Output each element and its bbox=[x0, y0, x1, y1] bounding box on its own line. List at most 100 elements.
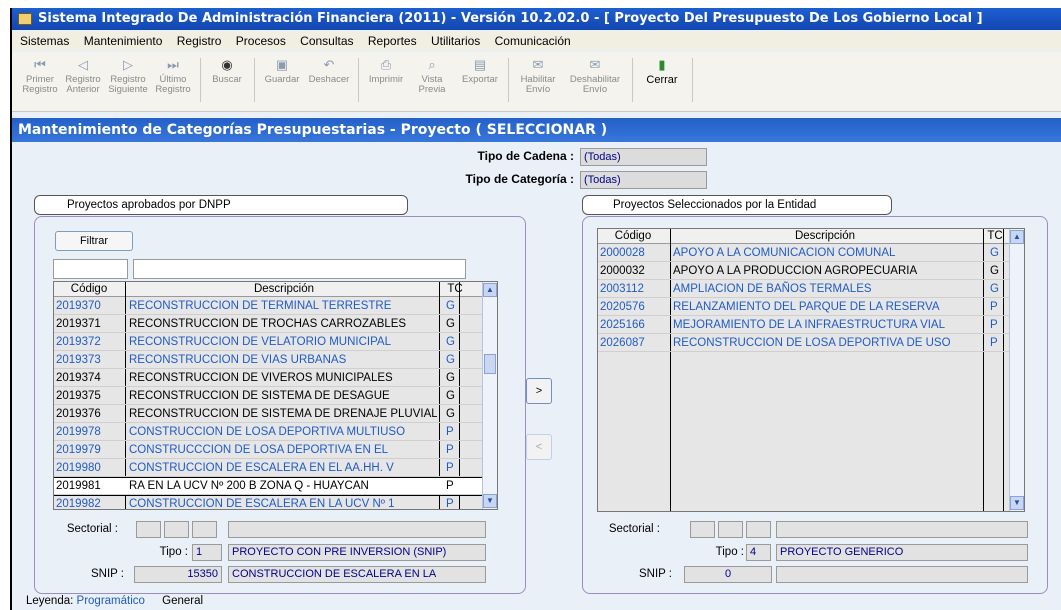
first-record-button[interactable]: ⏮ Primer Registro bbox=[20, 58, 60, 95]
menu-procesos[interactable]: Procesos bbox=[236, 34, 286, 48]
scroll-down-icon[interactable]: ▼ bbox=[483, 494, 497, 508]
cell-codigo: 2020576 bbox=[600, 301, 645, 313]
table-row[interactable]: 2019978 CONSTRUCCION DE LOSA DEPORTIVA MU… bbox=[54, 424, 482, 441]
left-tipo-code[interactable]: 1 bbox=[192, 544, 222, 561]
left-sectorial-box-2[interactable] bbox=[164, 521, 189, 538]
cell-descripcion: RECONSTRUCCION DE SISTEMA DE DRENAJE PLU… bbox=[129, 408, 437, 420]
scroll-thumb[interactable] bbox=[484, 354, 496, 374]
cell-codigo: 2019979 bbox=[56, 444, 101, 456]
enable-send-button[interactable]: ✉ Habilitar Envío bbox=[514, 58, 562, 95]
left-tipo-desc[interactable]: PROYECTO CON PRE INVERSION (SNIP) bbox=[228, 544, 486, 561]
right-sectorial-box-3[interactable] bbox=[746, 521, 771, 538]
table-row[interactable]: 2019373 RECONSTRUCCION DE VIAS URBANAS G bbox=[54, 352, 482, 369]
col-descripcion[interactable]: Descripción bbox=[126, 282, 442, 297]
cell-tc: P bbox=[990, 301, 998, 313]
left-snip-code[interactable]: 15350 bbox=[134, 566, 222, 583]
save-button[interactable]: ▣ Guardar bbox=[260, 58, 304, 85]
selected-projects-grid[interactable]: Código Descripción TC 2000028 APOYO A LA … bbox=[597, 228, 1025, 512]
scroll-down-icon[interactable]: ▼ bbox=[1010, 496, 1024, 510]
right-grid-scrollbar[interactable]: ▲ ▼ bbox=[1009, 229, 1024, 511]
cell-descripcion: MEJORAMIENTO DE LA INFRAESTRUCTURA VIAL bbox=[673, 319, 946, 331]
tipo-categoria-field[interactable]: (Todas) bbox=[580, 171, 707, 189]
approved-projects-grid[interactable]: Código Descripción TC 2019370 RECONSTRUCC… bbox=[53, 281, 498, 510]
menu-comunicacion[interactable]: Comunicación bbox=[495, 34, 571, 48]
table-row[interactable]: 2026087 RECONSTRUCCION DE LOSA DEPORTIVA … bbox=[598, 335, 1009, 352]
add-project-button[interactable]: > bbox=[526, 378, 552, 404]
menu-sistemas[interactable]: Sistemas bbox=[20, 34, 69, 48]
table-row[interactable]: 2000032 APOYO A LA PRODUCCION AGROPECUARI… bbox=[598, 263, 1009, 280]
legend-programatico: Programático bbox=[76, 595, 145, 607]
previous-icon: ◁ bbox=[78, 57, 88, 72]
undo-label: Deshacer bbox=[308, 74, 350, 85]
cell-codigo: 2019372 bbox=[56, 336, 101, 348]
right-tipo-desc[interactable]: PROYECTO GENERICO bbox=[776, 544, 1028, 561]
form-title: Mantenimiento de Categorías Presupuestar… bbox=[12, 118, 1061, 142]
filter-button[interactable]: Filtrar bbox=[55, 231, 133, 251]
left-sectorial-box-3[interactable] bbox=[192, 521, 217, 538]
search-button[interactable]: ◉ Buscar bbox=[206, 58, 248, 85]
table-row[interactable]: 2019981 RA EN LA UCV Nº 200 B ZONA Q - HU… bbox=[54, 477, 483, 496]
save-label: Guardar bbox=[264, 74, 300, 85]
table-row[interactable]: 2003112 AMPLIACION DE BAÑOS TERMALES G bbox=[598, 281, 1009, 298]
col-tc[interactable]: TC bbox=[444, 282, 466, 297]
print-button[interactable]: ⎙ Imprimir bbox=[364, 58, 408, 85]
print-preview-button[interactable]: ⌕ Vista Previa bbox=[410, 58, 454, 95]
first-label-2: Registro bbox=[22, 84, 58, 95]
tipo-cadena-field[interactable]: (Todas) bbox=[580, 148, 707, 166]
right-sectorial-box-2[interactable] bbox=[718, 521, 743, 538]
left-grid-scrollbar[interactable]: ▲ ▼ bbox=[482, 282, 497, 509]
right-sectorial-box-1[interactable] bbox=[690, 521, 715, 538]
table-row[interactable]: 2019982 CONSTRUCCION DE ESCALERA EN LA UC… bbox=[54, 496, 482, 509]
menu-utilitarios[interactable]: Utilitarios bbox=[431, 34, 480, 48]
right-tipo-code[interactable]: 4 bbox=[746, 544, 771, 561]
table-row[interactable]: 2019371 RECONSTRUCCION DE TROCHAS CARROZA… bbox=[54, 316, 482, 333]
menu-reportes[interactable]: Reportes bbox=[368, 34, 417, 48]
table-row[interactable]: 2019980 CONSTRUCCION DE ESCALERA EN EL AA… bbox=[54, 460, 482, 477]
table-row[interactable]: 2020576 RELANZAMIENTO DEL PARQUE DE LA RE… bbox=[598, 299, 1009, 316]
left-sectorial-desc[interactable] bbox=[228, 521, 486, 538]
cell-codigo: 2000032 bbox=[600, 265, 645, 277]
col-codigo[interactable]: Código bbox=[54, 282, 124, 297]
menu-consultas[interactable]: Consultas bbox=[300, 34, 353, 48]
close-button[interactable]: ▮ Cerrar bbox=[638, 58, 686, 86]
left-tipo-label: Tipo : bbox=[159, 546, 188, 558]
table-row[interactable]: 2019375 RECONSTRUCCION DE SISTEMA DE DESA… bbox=[54, 388, 482, 405]
cell-descripcion: RECONSTRUCCION DE LOSA DEPORTIVA DE USO bbox=[673, 337, 951, 349]
export-button[interactable]: ▤ Exportar bbox=[456, 58, 504, 85]
table-row[interactable]: 2019372 RECONSTRUCCION DE VELATORIO MUNIC… bbox=[54, 334, 482, 351]
filter-code-input[interactable] bbox=[53, 259, 128, 279]
toolbar-divider bbox=[632, 58, 633, 102]
cell-descripcion: APOYO A LA PRODUCCION AGROPECUARIA bbox=[673, 265, 918, 277]
disable-send-button[interactable]: ✉ Deshabilitar Envío bbox=[564, 58, 626, 95]
app-icon bbox=[18, 13, 32, 25]
next-record-button[interactable]: ▷ Registro Siguiente bbox=[106, 58, 150, 95]
tipo-cadena-label: Tipo de Cadena : bbox=[477, 149, 574, 163]
col-descripcion[interactable]: Descripción bbox=[670, 229, 980, 244]
scroll-up-icon[interactable]: ▲ bbox=[483, 283, 497, 297]
menu-mantenimiento[interactable]: Mantenimiento bbox=[84, 34, 163, 48]
left-snip-desc[interactable]: CONSTRUCCION DE ESCALERA EN LA bbox=[228, 566, 486, 583]
cell-codigo: 2019376 bbox=[56, 408, 101, 420]
right-sectorial-desc[interactable] bbox=[776, 521, 1028, 538]
legend-general: General bbox=[162, 595, 204, 607]
right-snip-code[interactable]: 0 bbox=[684, 566, 772, 583]
cell-codigo: 2003112 bbox=[600, 283, 644, 295]
menu-registro[interactable]: Registro bbox=[177, 34, 222, 48]
table-row[interactable]: 2025166 MEJORAMIENTO DE LA INFRAESTRUCTUR… bbox=[598, 317, 1009, 334]
printer-icon: ⎙ bbox=[380, 57, 392, 72]
table-row[interactable]: 2019979 CONSTRUCCCION DE LOSA DEPORTIVA E… bbox=[54, 442, 482, 459]
right-snip-desc[interactable] bbox=[776, 566, 1028, 583]
cell-codigo: 2019370 bbox=[56, 300, 101, 312]
table-row[interactable]: 2000028 APOYO A LA COMUNICACION COMUNAL G bbox=[598, 245, 1009, 262]
table-row[interactable]: 2019370 RECONSTRUCCION DE TERMINAL TERRES… bbox=[54, 298, 482, 315]
last-record-button[interactable]: ⏭ Último Registro bbox=[152, 58, 194, 95]
previous-record-button[interactable]: ◁ Registro Anterior bbox=[62, 58, 104, 95]
left-sectorial-box-1[interactable] bbox=[136, 521, 161, 538]
undo-button[interactable]: ↶ Deshacer bbox=[306, 58, 352, 85]
table-row[interactable]: 2019374 RECONSTRUCCION DE VIVEROS MUNICIP… bbox=[54, 370, 482, 387]
scroll-up-icon[interactable]: ▲ bbox=[1010, 230, 1024, 244]
col-codigo[interactable]: Código bbox=[598, 229, 668, 244]
table-row[interactable]: 2019376 RECONSTRUCCION DE SISTEMA DE DREN… bbox=[54, 406, 482, 423]
filter-description-input[interactable] bbox=[133, 259, 466, 279]
remove-project-button[interactable]: < bbox=[526, 434, 552, 460]
